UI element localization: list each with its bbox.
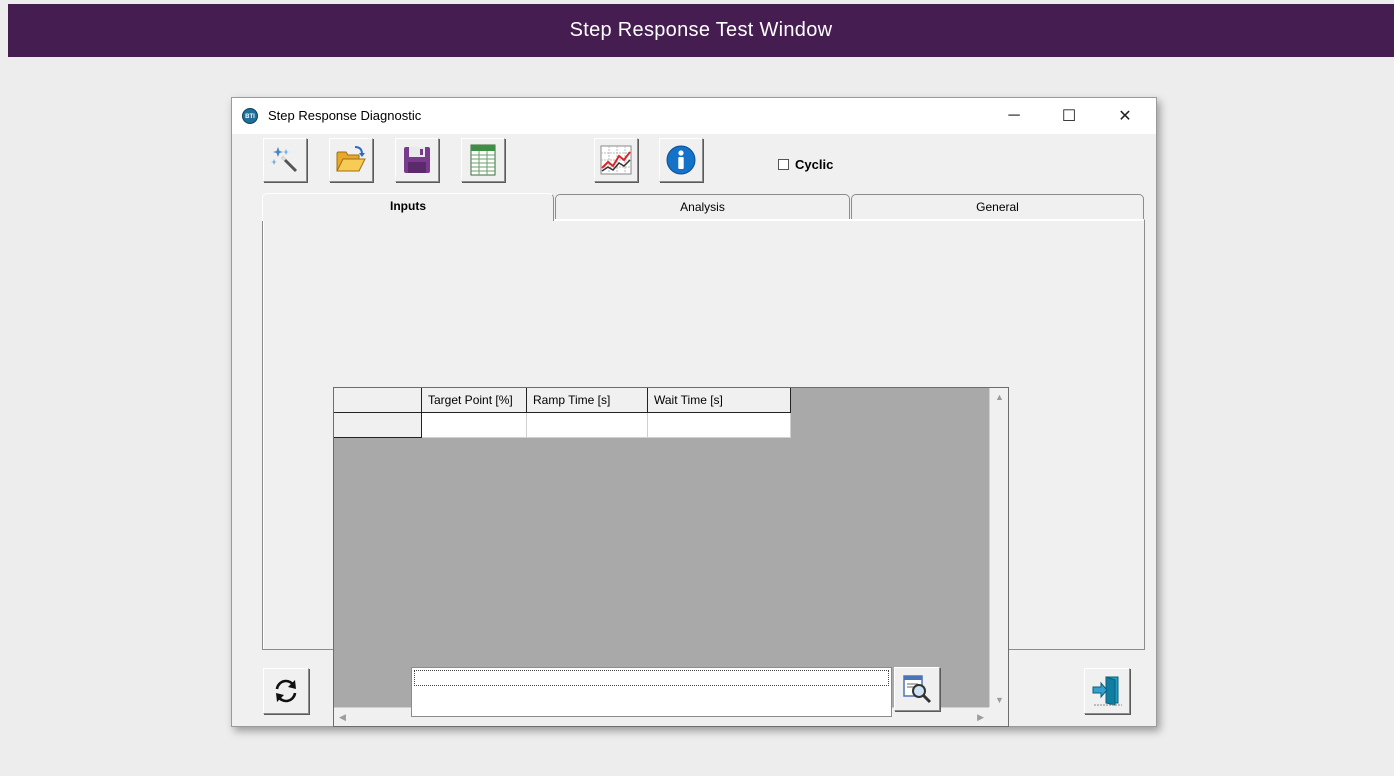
tab-panel-inputs: Target Point [%] Ramp Time [s] Wait Time…: [262, 219, 1145, 727]
spreadsheet-button[interactable]: [461, 138, 505, 182]
chart-button[interactable]: [594, 138, 638, 182]
save-button[interactable]: [395, 138, 439, 182]
scrollbar-corner: [989, 707, 1008, 726]
magnifier-document-icon: [903, 675, 932, 704]
cyclic-label: Cyclic: [795, 157, 834, 172]
tab-analysis[interactable]: Analysis: [555, 194, 850, 220]
spreadsheet-icon: [470, 144, 496, 176]
refresh-icon: [275, 679, 297, 703]
status-field[interactable]: [411, 667, 892, 717]
tab-inputs[interactable]: Inputs: [262, 193, 554, 221]
folder-open-icon: [336, 146, 366, 172]
maximize-button[interactable]: ☐: [1044, 98, 1094, 134]
minimize-button[interactable]: ─: [989, 98, 1039, 134]
cell-ramp-time[interactable]: [527, 413, 648, 438]
app-icon: BTI: [242, 108, 258, 124]
scroll-left-arrow[interactable]: ◀: [339, 712, 346, 723]
scroll-down-arrow[interactable]: ▼: [995, 695, 1004, 705]
cell-wait-time[interactable]: [648, 413, 791, 438]
line-chart-icon: [600, 145, 632, 175]
close-button[interactable]: ✕: [1100, 98, 1150, 134]
exit-button[interactable]: [1084, 668, 1130, 714]
floppy-disk-icon: [404, 147, 430, 173]
column-header-wait-time[interactable]: Wait Time [s]: [648, 388, 791, 413]
cyclic-checkbox[interactable]: [778, 159, 789, 170]
row-header[interactable]: [334, 413, 422, 438]
vertical-scrollbar[interactable]: ▲ ▼: [989, 388, 1008, 709]
open-button[interactable]: [329, 138, 373, 182]
magic-wand-icon: [271, 147, 298, 173]
title-bar[interactable]: BTI Step Response Diagnostic ─ ☐ ✕: [232, 98, 1156, 134]
info-button[interactable]: [659, 138, 703, 182]
cell-target-point[interactable]: [422, 413, 527, 438]
scroll-right-arrow[interactable]: ▶: [977, 712, 984, 723]
inspect-button[interactable]: [894, 667, 940, 711]
page-banner: Step Response Test Window: [8, 4, 1394, 57]
column-header-target-point[interactable]: Target Point [%]: [422, 388, 527, 413]
window-title: Step Response Diagnostic: [268, 108, 422, 123]
tab-general[interactable]: General: [851, 194, 1144, 220]
info-icon: [666, 145, 696, 175]
status-focus-outline: [414, 670, 889, 686]
exit-door-icon: [1092, 676, 1122, 706]
step-response-window: BTI Step Response Diagnostic ─ ☐ ✕ Cycli…: [231, 97, 1157, 727]
column-header-ramp-time[interactable]: Ramp Time [s]: [527, 388, 648, 413]
banner-title: Step Response Test Window: [569, 19, 833, 41]
wizard-button[interactable]: [263, 138, 307, 182]
cyclic-checkbox-group[interactable]: Cyclic: [778, 157, 833, 172]
scroll-up-arrow[interactable]: ▲: [995, 392, 1004, 402]
refresh-button[interactable]: [263, 668, 309, 714]
grid-corner-header: [334, 388, 422, 413]
